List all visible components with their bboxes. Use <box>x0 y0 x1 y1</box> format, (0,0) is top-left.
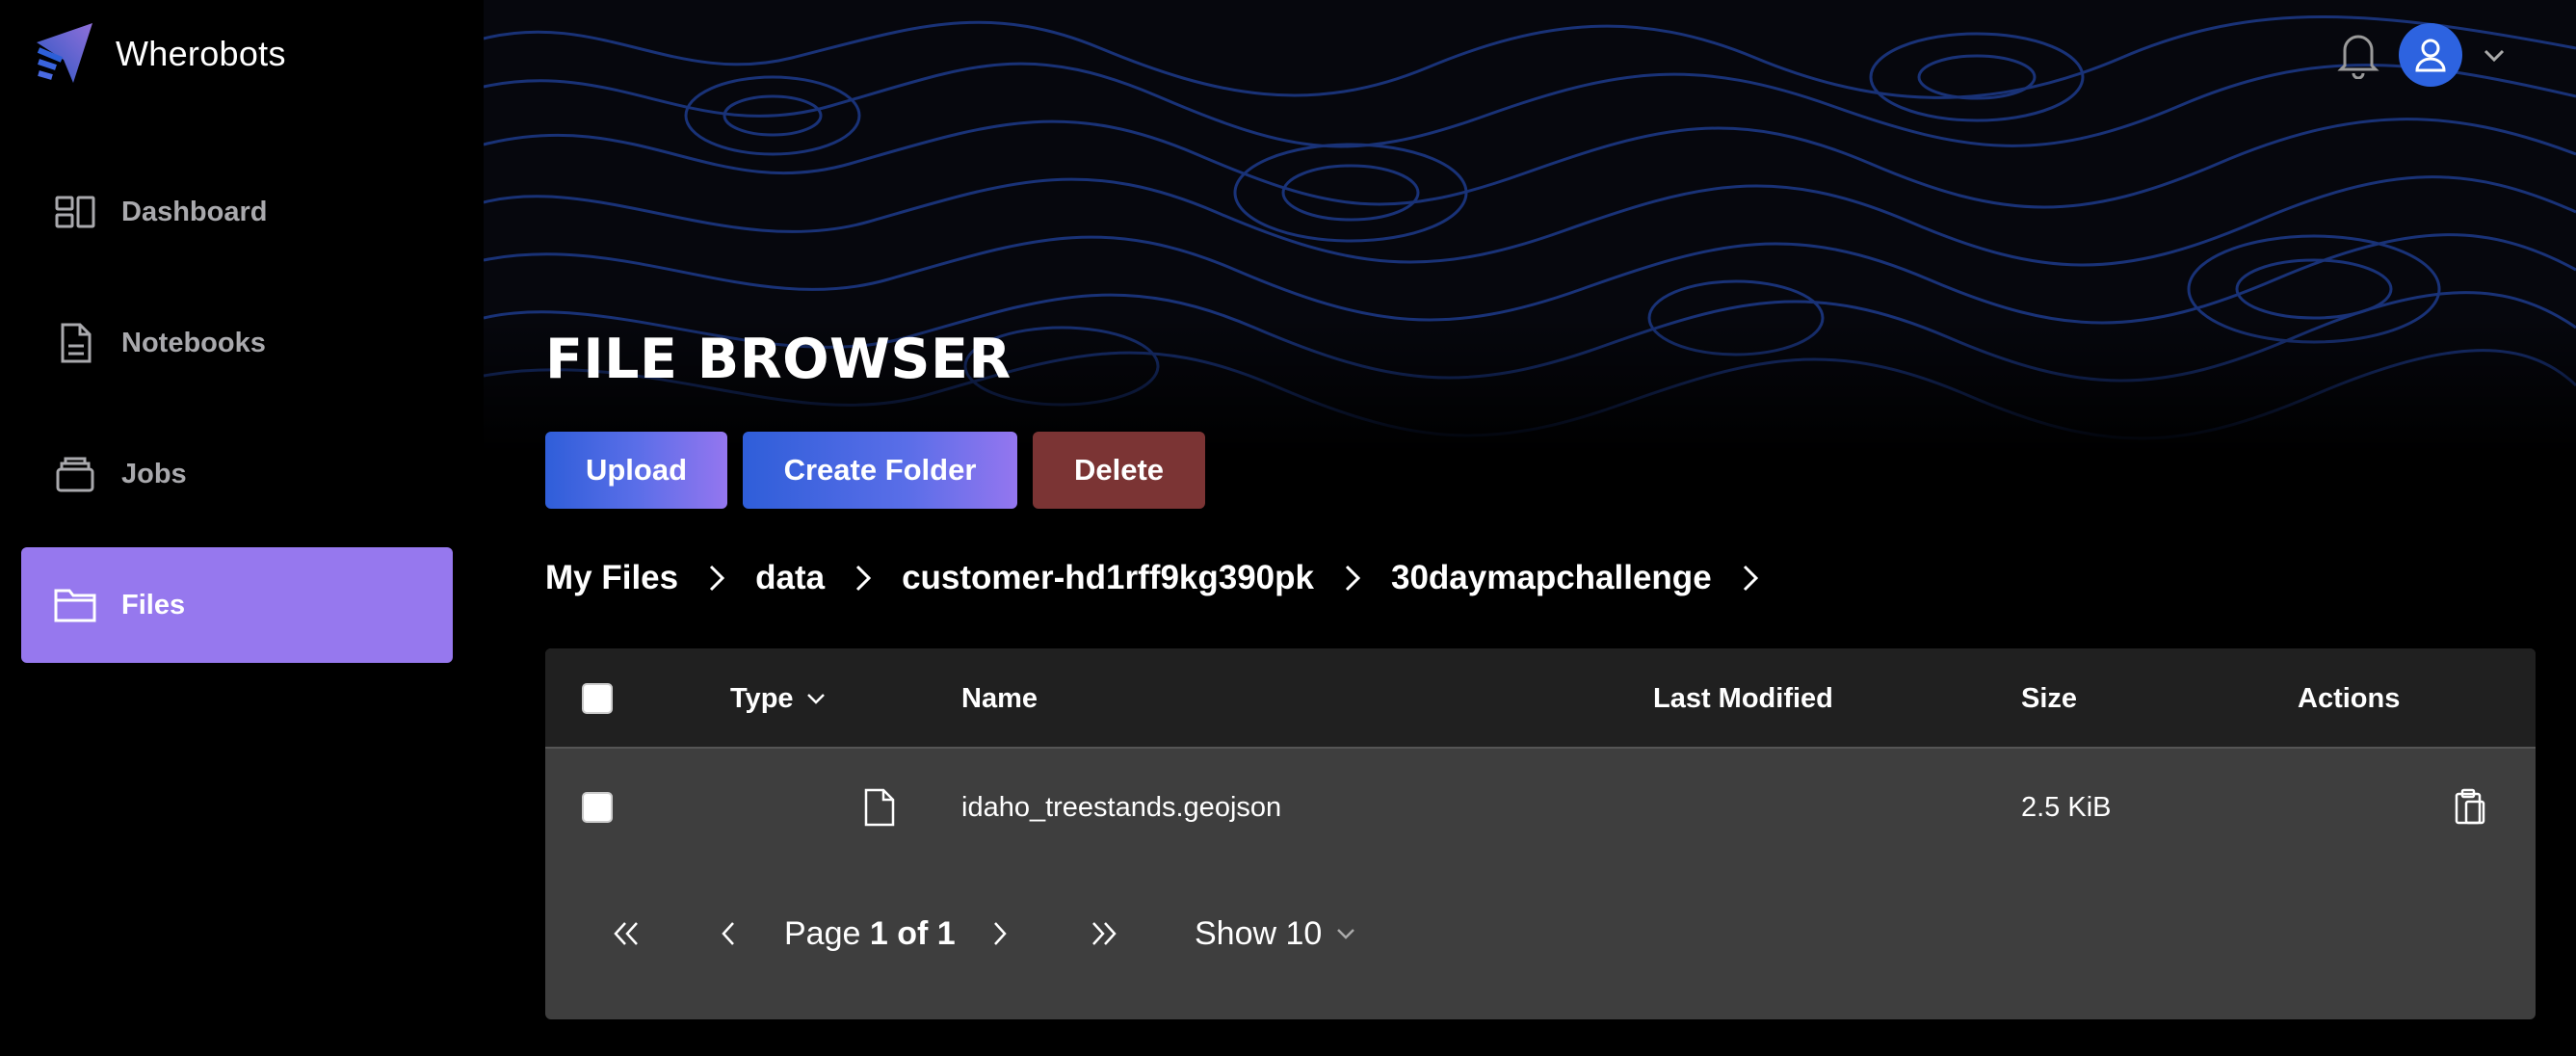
table-header: Type Name Last Modified Size Actions <box>545 648 2536 749</box>
chevron-down-icon <box>806 694 825 704</box>
dashboard-icon <box>52 189 98 235</box>
column-type[interactable]: Type <box>730 648 828 749</box>
file-size: 2.5 KiB <box>2021 791 2112 823</box>
column-header-last-modified: Last Modified <box>1653 682 1833 714</box>
file-icon <box>864 788 895 827</box>
clipboard-icon[interactable] <box>2453 788 2487 827</box>
sidebar-item-label: Dashboard <box>121 196 268 227</box>
first-page-button[interactable] <box>603 911 649 957</box>
page-size-label: Show 10 <box>1195 914 1323 952</box>
page-indicator: Page 1 of 1 <box>784 915 956 953</box>
page-size-select[interactable]: Show 10 <box>1195 915 1358 953</box>
table-row[interactable]: idaho_treestands.geojson 2.5 KiB <box>545 749 2536 866</box>
notebook-icon <box>52 320 98 366</box>
brand[interactable]: Wherobots <box>35 21 286 87</box>
sidebar-item-notebooks[interactable]: Notebooks <box>21 285 453 401</box>
row-checkbox[interactable] <box>582 792 613 823</box>
chevrons-right-icon <box>1092 922 1117 945</box>
wherobots-logo-icon <box>37 23 92 83</box>
page-prefix: Page <box>784 914 870 952</box>
sidebar: Wherobots Dashboard Notebooks Jobs Files <box>0 0 484 1056</box>
breadcrumb-item[interactable]: 30daymapchallenge <box>1391 559 1712 597</box>
avatar[interactable] <box>2399 23 2462 87</box>
delete-button[interactable]: Delete <box>1033 432 1205 509</box>
sidebar-item-files[interactable]: Files <box>21 547 453 663</box>
next-page-button[interactable] <box>977 911 1023 957</box>
sidebar-item-label: Jobs <box>121 458 187 489</box>
chevron-down-icon <box>1337 929 1355 939</box>
app-name: Wherobots <box>116 34 286 73</box>
sidebar-item-label: Files <box>121 589 186 620</box>
column-header-size: Size <box>2021 682 2078 714</box>
file-name[interactable]: idaho_treestands.geojson <box>961 749 1281 866</box>
sidebar-item-label: Notebooks <box>121 327 266 358</box>
column-header-name: Name <box>961 682 1038 714</box>
breadcrumb-item[interactable]: data <box>755 559 825 597</box>
chevron-left-icon <box>722 922 734 945</box>
select-all-checkbox[interactable] <box>582 683 613 714</box>
page-current: 1 of 1 <box>869 914 956 952</box>
header-controls <box>2268 0 2576 108</box>
chevron-right-icon <box>994 922 1007 945</box>
breadcrumb: My Files data customer-hd1rff9kg390pk 30… <box>545 551 1789 605</box>
breadcrumb-item[interactable]: customer-hd1rff9kg390pk <box>902 559 1314 597</box>
user-icon <box>2415 39 2446 72</box>
jobs-icon <box>52 451 98 497</box>
create-folder-button[interactable]: Create Folder <box>743 432 1017 509</box>
upload-button[interactable]: Upload <box>545 432 727 509</box>
breadcrumb-item[interactable]: My Files <box>545 559 678 597</box>
chevron-right-icon <box>844 559 882 597</box>
file-table: Type Name Last Modified Size Actions ida… <box>545 648 2536 1019</box>
chevron-down-icon[interactable] <box>2482 42 2507 67</box>
page-title: FILE BROWSER <box>545 328 1012 391</box>
prev-page-button[interactable] <box>705 911 751 957</box>
last-page-button[interactable] <box>1081 911 1127 957</box>
pagination: Page 1 of 1 Show 10 <box>545 876 2536 991</box>
chevron-right-icon <box>1731 559 1770 597</box>
sidebar-item-dashboard[interactable]: Dashboard <box>21 154 453 270</box>
sidebar-item-jobs[interactable]: Jobs <box>21 416 453 532</box>
folder-icon <box>52 582 98 628</box>
chevrons-left-icon <box>614 922 638 945</box>
chevron-right-icon <box>1333 559 1372 597</box>
column-header-actions: Actions <box>2298 682 2401 714</box>
bell-icon[interactable] <box>2335 29 2381 79</box>
column-header-type: Type <box>730 682 794 714</box>
chevron-right-icon <box>697 559 736 597</box>
